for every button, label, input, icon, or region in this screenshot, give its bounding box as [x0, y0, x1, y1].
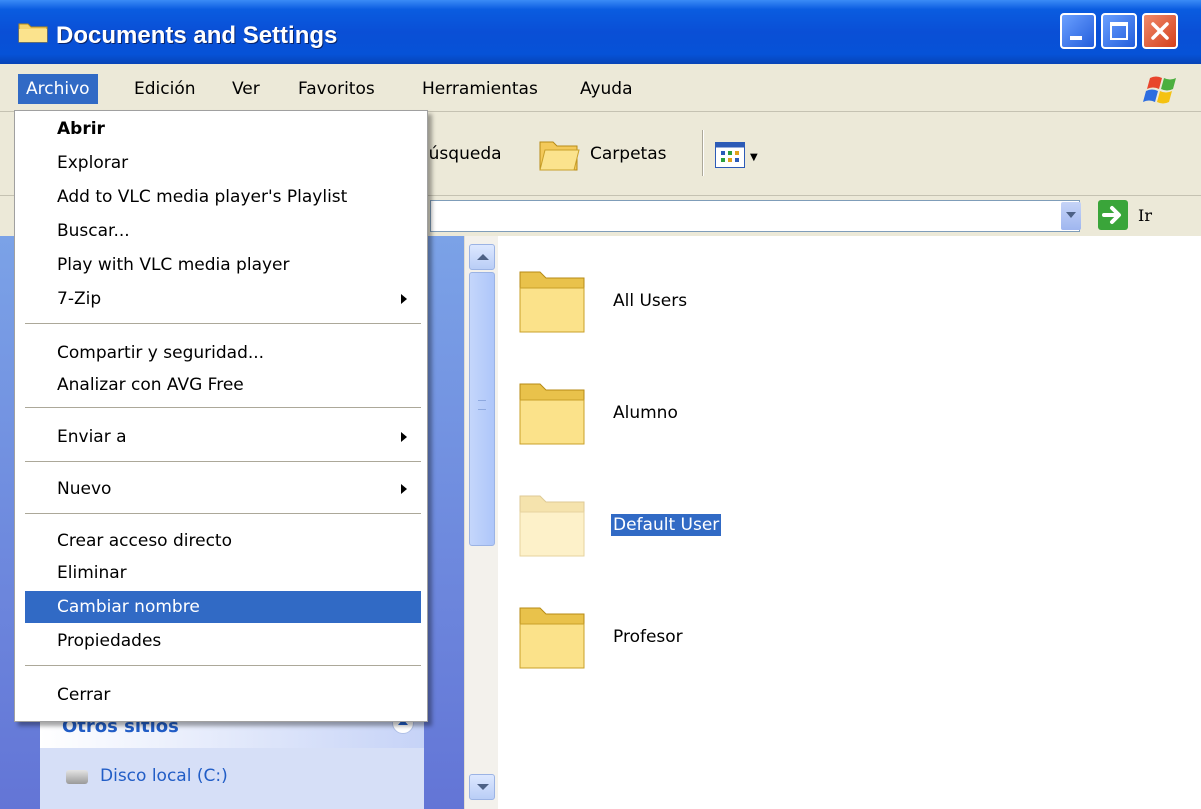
menu-archivo[interactable]: Archivo	[18, 74, 98, 104]
scroll-down-button[interactable]	[469, 774, 495, 800]
folder-item[interactable]: Alumno	[516, 374, 1201, 454]
folder-name: Alumno	[613, 403, 678, 423]
folder-item[interactable]: All Users	[516, 262, 1201, 342]
menu-item-nuevo[interactable]: Nuevo	[25, 473, 421, 505]
menu-edicion[interactable]: Edición	[126, 74, 204, 104]
views-icon[interactable]	[715, 142, 745, 168]
menu-item-label: Analizar con AVG Free	[57, 375, 244, 395]
close-icon	[1151, 22, 1169, 40]
folder-item-selected[interactable]: Default User	[516, 486, 1201, 566]
minimize-icon	[1070, 36, 1082, 40]
title-bar: Documents and Settings	[0, 0, 1201, 64]
menu-separator	[25, 665, 421, 667]
go-button[interactable]: Ir	[1138, 206, 1152, 225]
hard-drive-icon	[66, 770, 88, 784]
folder-item[interactable]: Profesor	[516, 598, 1201, 678]
go-arrow-icon[interactable]	[1098, 200, 1128, 230]
menu-item-label: Crear acceso directo	[57, 531, 232, 551]
folder-icon	[519, 495, 585, 557]
thumb-grip	[478, 400, 486, 410]
folder-name: Profesor	[613, 627, 683, 647]
menu-item-label: Cambiar nombre	[57, 597, 200, 617]
menu-item-buscar[interactable]: Buscar...	[25, 215, 421, 247]
folders-button[interactable]: Carpetas	[590, 144, 666, 164]
folders-icon	[539, 141, 580, 171]
submenu-arrow-icon	[401, 484, 407, 494]
submenu-arrow-icon	[401, 432, 407, 442]
menu-herramientas[interactable]: Herramientas	[414, 74, 546, 104]
menu-separator	[25, 407, 421, 409]
windows-logo-icon	[1143, 76, 1176, 104]
search-button[interactable]: Búsqueda	[417, 144, 502, 164]
menu-item-label: Add to VLC media player's Playlist	[57, 187, 348, 207]
folder-name: All Users	[613, 291, 688, 311]
scroll-thumb[interactable]	[469, 272, 495, 546]
scroll-up-button[interactable]	[469, 244, 495, 270]
folder-icon	[519, 383, 585, 445]
menu-item-7zip[interactable]: 7-Zip	[25, 283, 421, 315]
menu-item-label: Buscar...	[57, 221, 130, 241]
menu-item-label: Eliminar	[57, 563, 127, 583]
menu-item-label: Enviar a	[57, 427, 127, 447]
menu-item-label: Nuevo	[57, 479, 112, 499]
file-menu-dropdown: Abrir Explorar Add to VLC media player's…	[14, 110, 428, 722]
menu-ayuda[interactable]: Ayuda	[572, 74, 641, 104]
menu-item-cambiar-nombre[interactable]: Cambiar nombre	[25, 591, 421, 623]
menu-item-label: Compartir y seguridad...	[57, 343, 265, 363]
menu-item-label: Explorar	[57, 153, 129, 173]
menu-item-compartir[interactable]: Compartir y seguridad...	[25, 337, 421, 369]
address-input[interactable]	[430, 200, 1080, 232]
menu-item-label: Abrir	[57, 119, 105, 139]
minimize-button[interactable]	[1060, 13, 1096, 49]
menu-item-vlc-playlist[interactable]: Add to VLC media player's Playlist	[25, 181, 421, 213]
maximize-icon	[1110, 22, 1128, 40]
folder-name: Default User	[611, 514, 722, 536]
close-button[interactable]	[1142, 13, 1178, 49]
window-title: Documents and Settings	[56, 22, 338, 49]
menu-bar: Archivo Edición Ver Favoritos Herramient…	[0, 64, 1201, 112]
folder-icon	[18, 23, 48, 43]
menu-separator	[25, 323, 421, 325]
other-places-item-disco-local[interactable]: Disco local (C:)	[40, 748, 424, 809]
menu-item-cerrar[interactable]: Cerrar	[25, 679, 421, 711]
menu-separator	[25, 461, 421, 463]
other-places-item-label[interactable]: Disco local (C:)	[100, 766, 228, 786]
views-dropdown-arrow-icon[interactable]: ▼	[750, 152, 758, 163]
submenu-arrow-icon	[401, 294, 407, 304]
menu-item-enviar-a[interactable]: Enviar a	[25, 421, 421, 453]
menu-item-play-vlc[interactable]: Play with VLC media player	[25, 249, 421, 281]
menu-item-avg[interactable]: Analizar con AVG Free	[25, 369, 421, 401]
menu-item-crear-acceso[interactable]: Crear acceso directo	[25, 525, 421, 557]
folder-icon	[519, 607, 585, 669]
menu-item-label: Propiedades	[57, 631, 162, 651]
menu-favoritos[interactable]: Favoritos	[290, 74, 383, 104]
toolbar-separator	[702, 130, 704, 176]
maximize-button[interactable]	[1101, 13, 1137, 49]
vertical-scrollbar[interactable]	[464, 236, 498, 809]
menu-item-label: Cerrar	[57, 685, 111, 705]
menu-item-label: 7-Zip	[57, 289, 102, 309]
menu-item-label: Play with VLC media player	[57, 255, 290, 275]
folder-icon	[519, 271, 585, 333]
menu-separator	[25, 513, 421, 515]
menu-item-explorar[interactable]: Explorar	[25, 147, 421, 179]
menu-item-abrir[interactable]: Abrir	[25, 113, 421, 145]
menu-ver[interactable]: Ver	[224, 74, 268, 104]
menu-item-propiedades[interactable]: Propiedades	[25, 625, 421, 657]
menu-item-eliminar[interactable]: Eliminar	[25, 557, 421, 589]
address-dropdown-button[interactable]	[1061, 202, 1081, 230]
